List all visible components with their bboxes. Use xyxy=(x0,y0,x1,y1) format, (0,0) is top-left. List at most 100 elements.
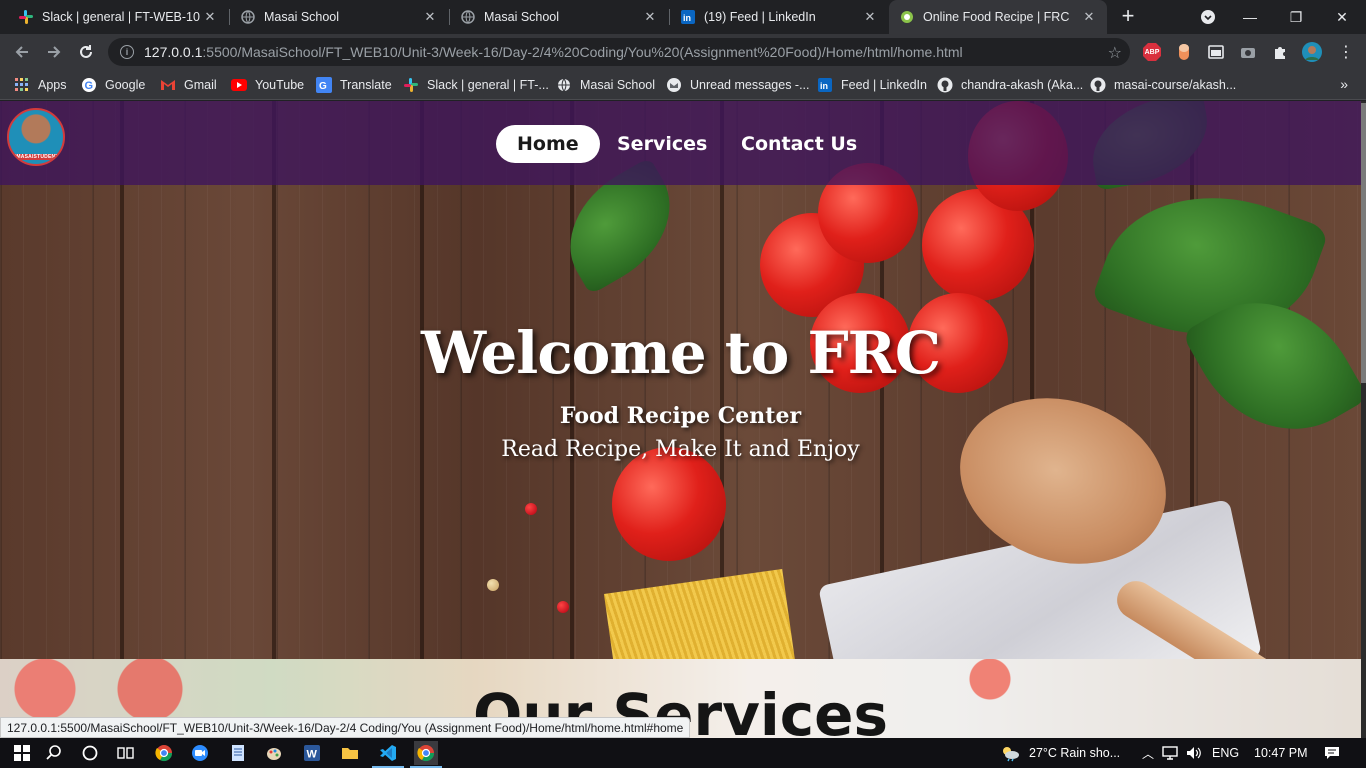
bookmark-apps[interactable]: Apps xyxy=(14,76,67,94)
bookmark-label: masai-course/akash... xyxy=(1114,78,1237,92)
tab-masai-1[interactable]: Masai School ✕ xyxy=(230,0,448,34)
info-icon[interactable]: i xyxy=(120,45,134,59)
extensions-puzzle-icon[interactable] xyxy=(1270,42,1290,62)
language-indicator[interactable]: ENG xyxy=(1212,746,1239,760)
bookmark-label: Google xyxy=(105,78,146,92)
tab-title: Online Food Recipe | FRC xyxy=(923,10,1070,24)
back-button[interactable] xyxy=(10,40,34,64)
slack-icon xyxy=(18,9,34,25)
url-host: 127.0.0.1 xyxy=(144,44,203,60)
cortana-icon[interactable] xyxy=(80,743,100,763)
network-icon[interactable] xyxy=(1160,743,1180,763)
bookmark-unread-messages[interactable]: Unread messages -... xyxy=(666,76,810,94)
apps-grid-icon xyxy=(14,77,30,93)
bookmark-google[interactable]: G Google xyxy=(81,76,145,94)
bookmark-gmail[interactable]: Gmail xyxy=(160,76,217,94)
close-window-button[interactable]: ✕ xyxy=(1320,0,1364,34)
chevron-up-icon[interactable]: ︿ xyxy=(1138,743,1158,763)
bookmark-label: Unread messages -... xyxy=(690,78,810,92)
avatar[interactable]: #MASAISTUDENT xyxy=(7,108,65,166)
zoom-icon[interactable] xyxy=(190,743,210,763)
clock-time[interactable]: 10:47 PM xyxy=(1254,746,1308,760)
bookmark-label: YouTube xyxy=(255,78,305,92)
forward-button[interactable] xyxy=(42,40,66,64)
media-icon[interactable] xyxy=(1206,42,1226,62)
star-icon[interactable]: ☆ xyxy=(1108,43,1122,63)
bookmark-youtube[interactable]: YouTube xyxy=(231,76,304,94)
reload-button[interactable] xyxy=(74,40,98,64)
file-explorer-icon[interactable] xyxy=(340,743,360,763)
github-icon xyxy=(937,77,953,93)
svg-text:G: G xyxy=(85,80,94,92)
chrome-active-icon[interactable] xyxy=(414,741,438,765)
bookmark-linkedin[interactable]: in Feed | LinkedIn xyxy=(817,76,927,94)
bookmark-translate[interactable]: G Translate xyxy=(316,76,392,94)
profile-avatar-icon[interactable] xyxy=(1302,42,1322,62)
notepad-icon[interactable] xyxy=(228,743,248,763)
mail-icon xyxy=(666,77,682,93)
close-icon[interactable]: ✕ xyxy=(1081,9,1097,25)
bookmark-label: chandra-akash (Aka... xyxy=(961,78,1084,92)
paint-icon[interactable] xyxy=(264,743,284,763)
bookmark-github-masai-course[interactable]: masai-course/akash... xyxy=(1090,76,1236,94)
hero-subtitle: Food Recipe Center xyxy=(559,403,802,429)
bookmark-github-chandra[interactable]: chandra-akash (Aka... xyxy=(937,76,1083,94)
tab-search-button[interactable] xyxy=(1186,0,1230,34)
tab-slack[interactable]: Slack | general | FT-WEB-10 ✕ xyxy=(8,0,228,34)
notification-center-icon[interactable] xyxy=(1322,743,1342,763)
svg-text:in: in xyxy=(683,13,691,23)
weather-icon[interactable] xyxy=(1000,743,1020,763)
tab-title: (19) Feed | LinkedIn xyxy=(704,10,816,24)
tab-linkedin[interactable]: in (19) Feed | LinkedIn ✕ xyxy=(670,0,888,34)
youtube-icon xyxy=(231,77,247,93)
food-icon xyxy=(899,9,915,25)
bookmark-label: Gmail xyxy=(184,78,217,92)
tab-masai-2[interactable]: Masai School ✕ xyxy=(450,0,668,34)
minimize-button[interactable]: — xyxy=(1228,0,1272,34)
nav-contact-link[interactable]: Contact Us xyxy=(720,125,878,163)
windows-start-icon[interactable] xyxy=(12,743,32,763)
chrome-icon[interactable] xyxy=(154,743,174,763)
tab-title: Masai School xyxy=(264,10,340,24)
page-scrollbar[interactable] xyxy=(1361,101,1366,738)
close-icon[interactable]: ✕ xyxy=(422,9,438,25)
peppercorn-image xyxy=(525,503,537,515)
volume-icon[interactable] xyxy=(1184,743,1204,763)
new-tab-button[interactable]: + xyxy=(1118,5,1138,27)
nav-services-link[interactable]: Services xyxy=(596,125,728,163)
bookmark-masai[interactable]: Masai School xyxy=(556,76,655,94)
close-icon[interactable]: ✕ xyxy=(642,9,658,25)
nav-home-link[interactable]: Home xyxy=(496,125,600,163)
bookmark-label: Apps xyxy=(38,78,67,92)
status-bar-url: 127.0.0.1:5500/MasaiSchool/FT_WEB10/Unit… xyxy=(0,717,691,738)
weather-text[interactable]: 27°C Rain sho... xyxy=(1029,746,1120,760)
camera-icon[interactable] xyxy=(1238,42,1258,62)
extension-pill-icon[interactable] xyxy=(1174,42,1194,62)
linkedin-icon: in xyxy=(680,9,696,25)
task-view-icon[interactable] xyxy=(116,743,136,763)
close-icon[interactable]: ✕ xyxy=(862,9,878,25)
bookmark-slack[interactable]: Slack | general | FT-... xyxy=(403,76,549,94)
avatar-badge-text: #MASAISTUDENT xyxy=(9,154,63,160)
restore-button[interactable]: ❐ xyxy=(1274,0,1318,34)
adblock-icon[interactable]: ABP xyxy=(1142,42,1162,62)
bookmarks-overflow-icon[interactable]: » xyxy=(1340,76,1348,92)
gmail-icon xyxy=(160,77,176,93)
bookmark-label: Feed | LinkedIn xyxy=(841,78,927,92)
search-icon[interactable] xyxy=(44,743,64,763)
scrollbar-thumb[interactable] xyxy=(1361,103,1366,383)
bookmark-label: Translate xyxy=(340,78,392,92)
address-bar[interactable]: i 127.0.0.1:5500/MasaiSchool/FT_WEB10/Un… xyxy=(108,38,1130,66)
tab-food-recipe[interactable]: Online Food Recipe | FRC ✕ xyxy=(889,0,1107,34)
peppercorn-image xyxy=(557,601,569,613)
word-icon[interactable]: W xyxy=(302,743,322,763)
close-icon[interactable]: ✕ xyxy=(202,9,218,25)
translate-icon: G xyxy=(316,77,332,93)
tab-strip: Slack | general | FT-WEB-10 ✕ Masai Scho… xyxy=(0,0,1366,34)
linkedin-icon: in xyxy=(817,77,833,93)
peppercorn-image xyxy=(487,579,499,591)
vscode-icon[interactable] xyxy=(378,743,398,763)
adblock-label: ABP xyxy=(1144,48,1160,56)
hero-tagline: Read Recipe, Make It and Enjoy xyxy=(501,437,860,462)
browser-menu-icon[interactable]: ⋮ xyxy=(1336,42,1356,62)
